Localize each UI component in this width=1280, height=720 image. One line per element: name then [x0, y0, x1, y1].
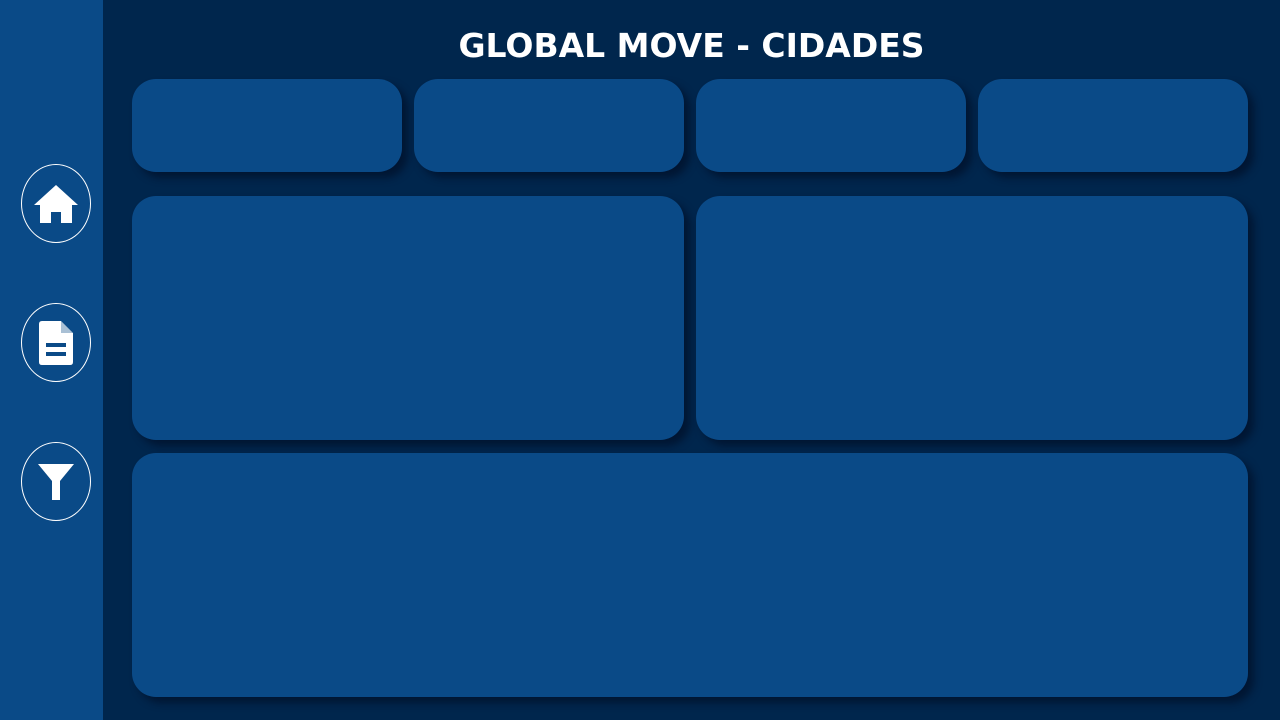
report-button[interactable]: [21, 303, 91, 382]
page-title: GLOBAL MOVE - CIDADES: [458, 26, 925, 65]
home-icon: [34, 184, 78, 223]
chart-panel-right: [696, 196, 1248, 440]
chart-panel-bottom: [132, 453, 1248, 697]
kpi-card-4: [978, 79, 1248, 172]
kpi-card-2: [414, 79, 684, 172]
sidebar: [0, 0, 103, 720]
chart-panel-left: [132, 196, 684, 440]
home-button[interactable]: [21, 164, 91, 243]
filter-button[interactable]: [21, 442, 91, 521]
document-icon: [39, 320, 73, 365]
filter-icon: [38, 463, 74, 500]
kpi-card-3: [696, 79, 966, 172]
kpi-card-1: [132, 79, 402, 172]
